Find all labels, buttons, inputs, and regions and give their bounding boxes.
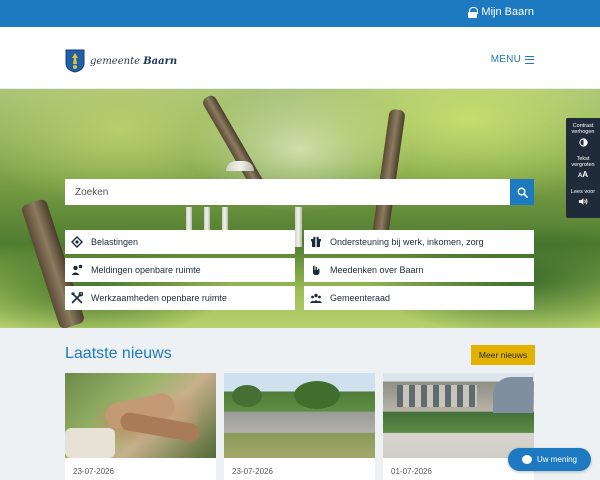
text-size-label: Tekst vergroten (571, 156, 595, 169)
top-bar: Mijn Baarn (0, 0, 600, 27)
meer-nieuws-button[interactable]: Meer nieuws (471, 345, 535, 365)
ondersteuning-icon (310, 236, 322, 248)
tile-meldingen[interactable]: Meldingen openbare ruimte (65, 258, 295, 282)
search-icon (517, 187, 528, 198)
news-card-image (383, 373, 534, 458)
speaker-icon (578, 198, 588, 206)
contrast-label: Contrast verhogen (571, 123, 595, 136)
news-card-image (65, 373, 216, 458)
news-card-image (224, 373, 375, 458)
hamburger-icon (525, 55, 534, 64)
menu-button[interactable]: MENU (491, 54, 534, 65)
tile-belastingen[interactable]: Belastingen (65, 230, 295, 254)
news-heading: Laatste nieuws (65, 345, 172, 362)
text-size-icon: AA (566, 170, 600, 180)
search-button[interactable] (510, 179, 534, 205)
tile-meedenken[interactable]: Meedenken over Baarn (304, 258, 534, 282)
crest-icon (65, 49, 85, 73)
meldingen-icon (71, 264, 83, 276)
news-card-date: 23-07-2026 (232, 467, 273, 476)
text-size-large-symbol: A (582, 169, 589, 179)
tile-werkzaamheden[interactable]: Werkzaamheden openbare ruimte (65, 286, 295, 310)
feedback-button[interactable]: Uw mening (508, 448, 591, 471)
logo-name: Baarn (143, 55, 178, 67)
tile-label: Meedenken over Baarn (330, 265, 424, 275)
pavilion-roof (226, 161, 254, 171)
tile-label: Gemeenteraad (330, 293, 391, 303)
tile-ondersteuning[interactable]: Ondersteuning bij werk, inkomen, zorg (304, 230, 534, 254)
meedenken-icon (310, 264, 322, 276)
belastingen-icon (71, 236, 83, 248)
menu-label: MENU (490, 54, 521, 65)
mijn-baarn-label: Mijn Baarn (481, 6, 534, 18)
tile-label: Meldingen openbare ruimte (91, 265, 201, 275)
site-header: gemeente Baarn MENU (0, 27, 600, 89)
accessibility-panel: Contrast verhogen Tekst vergroten AA Lee… (566, 118, 600, 218)
feedback-label: Uw mening (536, 455, 577, 464)
news-card[interactable]: 23-07-2026 (224, 373, 375, 480)
chat-bubble-icon (521, 455, 532, 464)
tile-label: Belastingen (91, 237, 139, 247)
search-input[interactable] (65, 179, 510, 205)
news-card-date: 23-07-2026 (73, 467, 114, 476)
tile-gemeenteraad[interactable]: Gemeenteraad (304, 286, 534, 310)
logo-prefix: gemeente (90, 55, 141, 67)
quick-links: Belastingen Ondersteuning bij werk, inko… (65, 230, 534, 310)
tile-label: Ondersteuning bij werk, inkomen, zorg (330, 237, 484, 247)
read-aloud-button[interactable]: Lees voor (566, 184, 600, 217)
contrast-button[interactable]: Contrast verhogen (566, 118, 600, 151)
mijn-baarn-link[interactable]: Mijn Baarn (468, 6, 534, 18)
text-size-button[interactable]: Tekst vergroten AA (566, 151, 600, 184)
read-aloud-label: Lees voor (570, 189, 596, 195)
tile-label: Werkzaamheden openbare ruimte (91, 293, 227, 303)
gemeenteraad-icon (310, 292, 322, 304)
logo-link[interactable]: gemeente Baarn (65, 49, 177, 73)
lock-icon (468, 6, 479, 18)
search-bar (65, 179, 534, 205)
werkzaamheden-icon (71, 292, 83, 304)
logo-text: gemeente Baarn (90, 56, 177, 67)
contrast-icon (578, 137, 588, 147)
news-card[interactable]: 23-07-2026 (65, 373, 216, 480)
news-card-date: 01-07-2026 (391, 467, 432, 476)
